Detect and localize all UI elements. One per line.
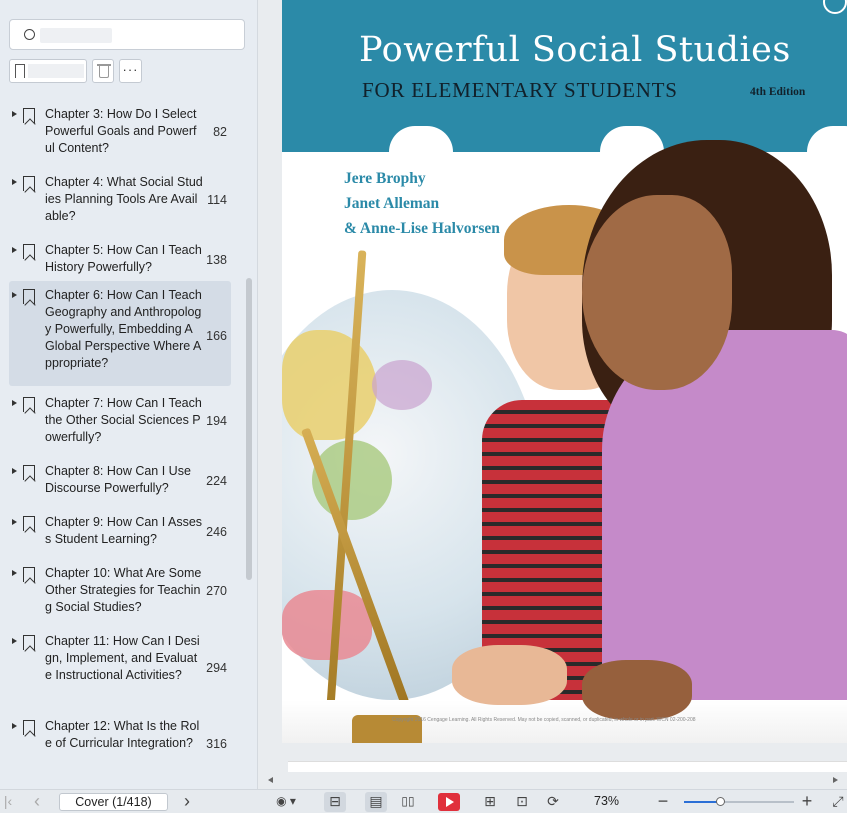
expand-arrow-icon[interactable] (12, 179, 17, 185)
cover-author: Janet Alleman (344, 195, 440, 212)
globe-land (282, 590, 372, 660)
toc-item-page: 114 (207, 193, 227, 207)
bottom-toolbar: |‹ ‹ Cover (1/418) › ◉ ▾ ⊟ ▤ ▯▯ ⊞ ⊡ ⟳ 73… (0, 789, 847, 813)
toc-item[interactable]: Chapter 8: How Can I Use Discourse Power… (9, 462, 231, 500)
zoom-level: 73% (594, 794, 620, 808)
fullscreen-icon[interactable]: ⤢ (829, 790, 847, 813)
expand-arrow-icon[interactable] (12, 723, 17, 729)
globe-land (372, 360, 432, 410)
toc-item[interactable]: Chapter 11: How Can I Design, Implement,… (9, 632, 231, 704)
expand-arrow-icon[interactable] (12, 111, 17, 117)
toc-item-title: Chapter 4: What Social Studies Planning … (45, 175, 203, 223)
toc-item-page: 294 (206, 661, 227, 675)
bookmark-icon (15, 64, 25, 78)
zoom-in-icon[interactable]: + (797, 790, 817, 813)
bookmark-icon (23, 635, 35, 650)
toc-item[interactable]: Chapter 9: How Can I Assess Student Lear… (9, 513, 231, 551)
bookmark-icon (23, 289, 35, 304)
expand-arrow-icon[interactable] (12, 638, 17, 644)
expand-arrow-icon[interactable] (12, 247, 17, 253)
toc-item-page: 270 (206, 584, 227, 598)
sidebar: ··· Chapter 3: How Do I Select Powerful … (0, 0, 258, 789)
eye-icon[interactable]: ◉ ▾ (270, 790, 302, 813)
horizontal-scrollbar[interactable] (259, 772, 847, 789)
rotate-icon[interactable]: ⟳ (543, 790, 563, 813)
toc-item[interactable]: Chapter 5: How Can I Teach History Power… (9, 241, 231, 279)
zoom-out-icon[interactable]: − (653, 790, 673, 813)
search-input[interactable] (9, 19, 245, 50)
toc-item-page: 194 (206, 414, 227, 428)
cover-copyright: Copyright 2016 Cengage Learning. All Rig… (392, 717, 696, 723)
toc-item[interactable]: Chapter 3: How Do I Select Powerful Goal… (9, 105, 231, 160)
boy-hands (452, 645, 567, 705)
cover-title: Powerful Social Studies (359, 30, 791, 70)
double-page-icon[interactable]: ▯▯ (396, 790, 420, 813)
bookmark-button-label-blurred (28, 64, 84, 78)
scroll-right-icon[interactable] (833, 777, 838, 783)
toc-item-page: 246 (206, 525, 227, 539)
sidebar-scrollbar[interactable] (246, 278, 252, 580)
toc-item[interactable]: Chapter 7: How Can I Teach the Other Soc… (9, 394, 231, 449)
bookmark-icon (23, 465, 35, 480)
toc-item-title: Chapter 7: How Can I Teach the Other Soc… (45, 396, 202, 444)
expand-arrow-icon[interactable] (12, 519, 17, 525)
play-slideshow-button[interactable] (438, 793, 460, 811)
toc-item-title: Chapter 5: How Can I Teach History Power… (45, 243, 202, 274)
toc-item-title: Chapter 6: How Can I Teach Geography and… (45, 288, 202, 370)
single-page-icon[interactable]: ▤ (365, 792, 387, 812)
expand-arrow-icon[interactable] (12, 468, 17, 474)
bookmark-icon (23, 567, 35, 582)
scroll-left-icon[interactable] (268, 777, 273, 783)
column-view-icon[interactable]: ⊞ (480, 790, 500, 813)
toc-item-page: 138 (206, 253, 227, 267)
bookmark-icon (23, 108, 35, 123)
toc-item-title: Chapter 12: What Is the Role of Curricul… (45, 719, 200, 750)
zoom-slider[interactable] (684, 797, 794, 806)
bookmark-icon (23, 244, 35, 259)
fit-page-icon[interactable]: ⊡ (512, 790, 532, 813)
prev-page-icon[interactable]: ‹ (28, 790, 46, 813)
expand-arrow-icon[interactable] (12, 400, 17, 406)
fit-width-icon[interactable]: ⊟ (324, 792, 346, 812)
cover-author: & Anne-Lise Halvorsen (344, 220, 500, 237)
bookmark-icon (23, 176, 35, 191)
girl-hands (582, 660, 692, 720)
toc-item[interactable]: Chapter 10: What Are Some Other Strategi… (9, 564, 231, 619)
toc-item[interactable]: Chapter 4: What Social Studies Planning … (9, 173, 231, 228)
expand-arrow-icon[interactable] (12, 570, 17, 576)
toc-item-title: Chapter 10: What Are Some Other Strategi… (45, 566, 202, 614)
girl-face (582, 195, 732, 390)
zoom-slider-knob[interactable] (716, 797, 726, 806)
zoom-slider-fill (684, 801, 721, 803)
toc-item-page: 224 (206, 474, 227, 488)
toc-item[interactable]: Chapter 6: How Can I Teach Geography and… (9, 281, 231, 386)
page-indicator-input[interactable]: Cover (1/418) (59, 793, 168, 811)
toc-item-title: Chapter 8: How Can I Use Discourse Power… (45, 464, 191, 495)
delete-bookmark-button[interactable] (92, 59, 114, 83)
next-page-icon[interactable]: › (178, 790, 196, 813)
bookmark-icon (23, 516, 35, 531)
toc-item-title: Chapter 11: How Can I Design, Implement,… (45, 634, 200, 682)
toc-item-title: Chapter 3: How Do I Select Powerful Goal… (45, 107, 197, 155)
search-icon (24, 29, 35, 40)
cover-subtitle: FOR ELEMENTARY STUDENTS (362, 78, 678, 102)
search-text-blurred (40, 28, 112, 43)
toc-item-page: 316 (206, 737, 227, 751)
more-options-button[interactable]: ··· (119, 59, 142, 83)
toc-item-page: 166 (206, 329, 227, 343)
add-bookmark-button[interactable] (9, 59, 87, 83)
bookmark-icon (23, 397, 35, 412)
cover-edition: 4th Edition (750, 86, 806, 98)
cover-header-band (282, 0, 847, 152)
expand-arrow-icon[interactable] (12, 292, 17, 298)
toc-item-title: Chapter 9: How Can I Assess Student Lear… (45, 515, 203, 546)
toc-item[interactable]: Chapter 12: What Is the Role of Curricul… (9, 717, 231, 772)
first-page-icon[interactable]: |‹ (0, 790, 16, 813)
page-cover: Powerful Social Studies FOR ELEMENTARY S… (282, 0, 847, 743)
cover-author: Jere Brophy (344, 170, 426, 187)
trash-icon (99, 66, 109, 78)
document-view[interactable]: Powerful Social Studies FOR ELEMENTARY S… (259, 0, 847, 789)
toc-item-page: 82 (213, 125, 227, 139)
bookmark-icon (23, 720, 35, 735)
